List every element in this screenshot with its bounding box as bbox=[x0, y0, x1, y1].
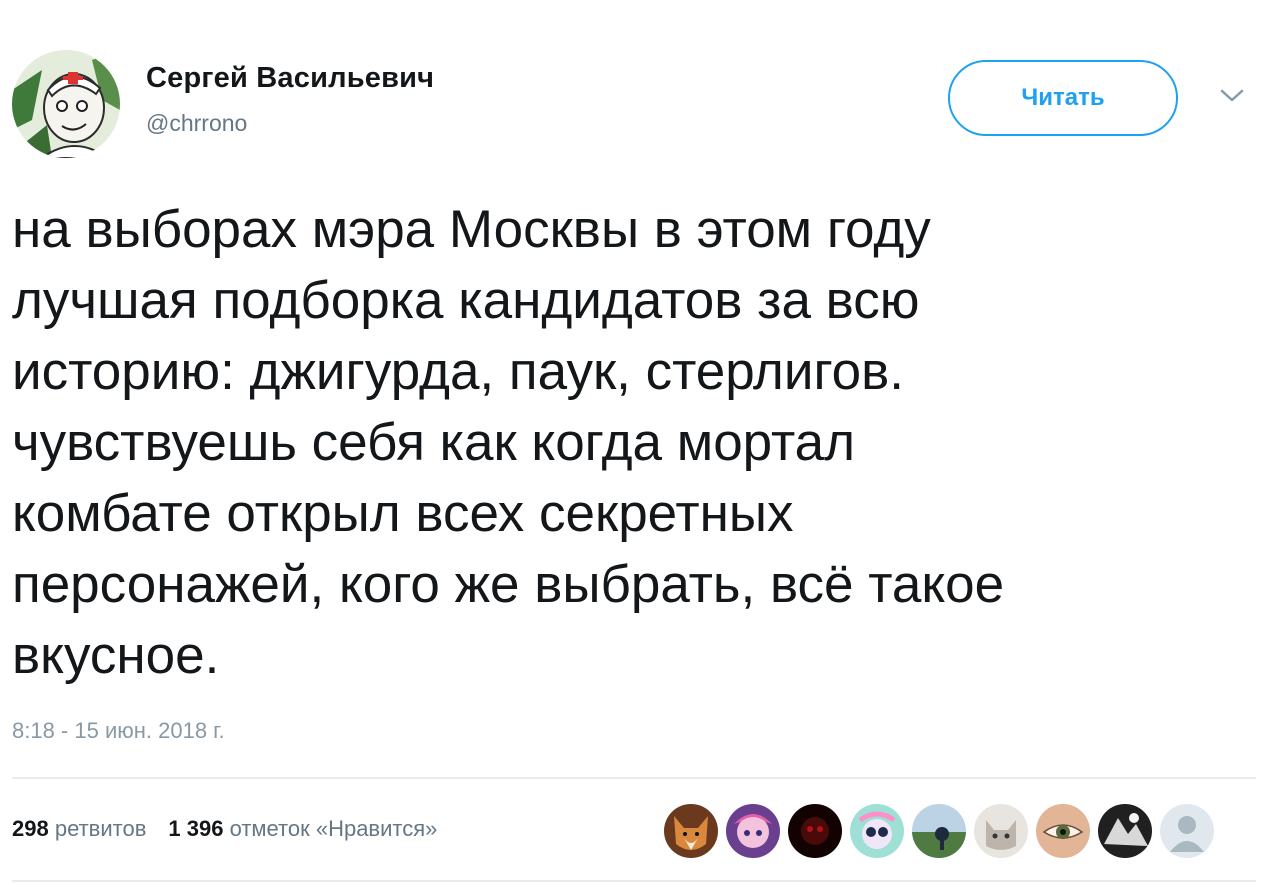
liker-avatar[interactable] bbox=[1098, 804, 1152, 858]
divider bbox=[12, 777, 1256, 779]
avatar[interactable] bbox=[12, 50, 120, 158]
liker-avatar[interactable] bbox=[788, 804, 842, 858]
tweet-line: вкусное. bbox=[12, 626, 220, 685]
tweet-timestamp[interactable]: 8:18 - 15 июн. 2018 г. bbox=[12, 718, 225, 744]
bw-avatar-icon bbox=[1098, 804, 1152, 858]
eye-avatar-icon bbox=[1036, 804, 1090, 858]
retweets-label: ретвитов bbox=[54, 816, 147, 841]
tweet-line: персонажей, кого же выбрать, всё такое bbox=[12, 555, 1005, 614]
tweet-line: чувствуешь себя как когда мортал bbox=[12, 413, 856, 472]
liker-avatar[interactable] bbox=[664, 804, 718, 858]
liker-avatar[interactable] bbox=[726, 804, 780, 858]
tweet-text: на выборах мэра Москвы в этом году лучша… bbox=[12, 194, 1262, 691]
follow-button[interactable]: Читать bbox=[948, 60, 1178, 136]
likes-label: отметок «Нравится» bbox=[229, 816, 438, 841]
likes-stat[interactable]: 1 396 отметок «Нравится» bbox=[168, 816, 437, 841]
tweet-line: историю: джигурда, паук, стерлигов. bbox=[12, 342, 904, 401]
liker-avatar[interactable] bbox=[912, 804, 966, 858]
retweets-stat[interactable]: 298 ретвитов bbox=[12, 816, 146, 841]
chevron-down-icon[interactable] bbox=[1218, 86, 1246, 106]
liker-avatar[interactable] bbox=[1036, 804, 1090, 858]
dark-red-avatar-icon bbox=[788, 804, 842, 858]
fox-avatar-icon bbox=[664, 804, 718, 858]
anime-avatar-icon bbox=[726, 804, 780, 858]
tweet-line: комбате открыл всех секретных bbox=[12, 484, 794, 543]
tweet-line: лучшая подборка кандидатов за всю bbox=[12, 271, 920, 330]
retweets-count: 298 bbox=[12, 816, 49, 841]
landscape-avatar-icon bbox=[912, 804, 966, 858]
avatar-icon bbox=[12, 50, 120, 158]
cartoon-avatar-icon bbox=[850, 804, 904, 858]
tweet-line: на выборах мэра Москвы в этом году bbox=[12, 200, 931, 259]
user-display-name[interactable]: Сергей Васильевич bbox=[146, 62, 434, 95]
liker-avatar[interactable] bbox=[850, 804, 904, 858]
liker-avatar[interactable] bbox=[1160, 804, 1214, 858]
cat-avatar-icon bbox=[974, 804, 1028, 858]
divider bbox=[12, 880, 1256, 882]
default-user-icon bbox=[1160, 804, 1214, 858]
tweet-stats: 298 ретвитов 1 396 отметок «Нравится» bbox=[12, 816, 437, 842]
liker-avatar[interactable] bbox=[974, 804, 1028, 858]
likes-count: 1 396 bbox=[168, 816, 224, 841]
user-handle[interactable]: @chrrono bbox=[146, 110, 247, 137]
liker-avatars bbox=[664, 804, 1214, 860]
